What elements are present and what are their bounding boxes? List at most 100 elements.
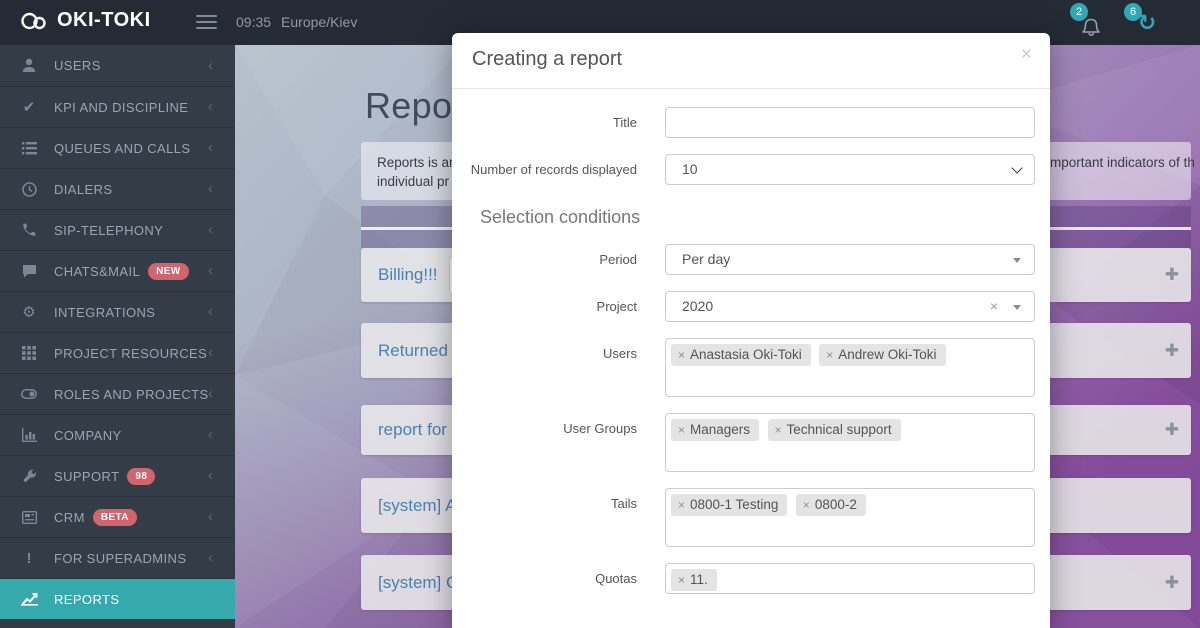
sidebar-item-users[interactable]: USERS ‹ xyxy=(0,45,235,86)
history-icon[interactable]: 6 ↻ xyxy=(1134,9,1160,37)
report-link[interactable]: [system] C xyxy=(378,573,458,593)
chevron-icon: ‹ xyxy=(208,59,213,73)
group-chip[interactable]: × Managers xyxy=(671,419,759,441)
app-window: Reports Reports is an individual pr mpor… xyxy=(0,0,1200,628)
report-link[interactable]: Returned xyxy=(378,341,448,361)
form-row-title: Title xyxy=(452,107,1035,138)
period-field-label: Period xyxy=(452,244,665,275)
sidebar-item-crm[interactable]: CRM BETA ‹ xyxy=(0,496,235,537)
sidebar-item-label: FOR SUPERADMINS xyxy=(54,551,186,566)
sidebar-item-roles-and-projects[interactable]: ROLES AND PROJECTS ‹ xyxy=(0,373,235,414)
newspaper-icon xyxy=(20,511,38,524)
form-row-period: Period Per day xyxy=(452,244,1035,275)
form-row-project: Project 2020 × xyxy=(452,291,1035,322)
chevron-icon: ‹ xyxy=(208,182,213,196)
records-select[interactable]: 10 xyxy=(665,154,1035,185)
modal-body: Title Number of records displayed 10 Sel… xyxy=(452,89,1050,594)
sidebar-item-support[interactable]: SUPPORT 98 ‹ xyxy=(0,455,235,496)
sidebar-item-dialers[interactable]: DIALERS ‹ xyxy=(0,168,235,209)
plus-icon[interactable]: ✚ xyxy=(1165,573,1179,593)
brand-name: OKI-TOKI xyxy=(57,9,151,32)
clock: 09:35 Europe/Kiev xyxy=(236,14,357,30)
report-link[interactable]: Billing!!! xyxy=(378,265,438,285)
sidebar-item-reports[interactable]: REPORTS xyxy=(0,578,235,619)
sidebar-item-queues-and-calls[interactable]: QUEUES AND CALLS ‹ xyxy=(0,127,235,168)
timezone-label: Europe/Kiev xyxy=(281,14,357,30)
project-field-label: Project xyxy=(452,291,665,322)
menu-toggle-icon[interactable] xyxy=(196,15,217,29)
sidebar-item-label: CHATS&MAIL xyxy=(54,264,140,279)
chevron-icon: ‹ xyxy=(208,428,213,442)
plus-icon[interactable]: ✚ xyxy=(1165,420,1179,440)
quotas-multiselect[interactable]: × 11. xyxy=(665,563,1035,594)
report-link[interactable]: [system] A xyxy=(378,496,456,516)
line-chart-icon xyxy=(20,592,38,606)
chip-remove-icon[interactable]: × xyxy=(678,423,685,437)
chevron-icon: ‹ xyxy=(208,551,213,565)
beta-badge: BETA xyxy=(93,509,137,526)
caret-down-icon xyxy=(1013,305,1021,310)
exclamation-icon: ! xyxy=(20,551,38,566)
period-select[interactable]: Per day xyxy=(665,244,1035,275)
sidebar-item-label: USERS xyxy=(54,58,101,73)
clock-icon xyxy=(20,182,38,197)
chip-remove-icon[interactable]: × xyxy=(678,498,685,512)
chip-label: Anastasia Oki-Toki xyxy=(690,347,802,362)
chip-label: 0800-2 xyxy=(815,497,857,512)
clear-selection-icon[interactable]: × xyxy=(990,292,998,321)
close-icon[interactable]: × xyxy=(1021,45,1032,64)
notifications-bell-icon[interactable]: 2 xyxy=(1080,9,1106,37)
user-groups-field-label: User Groups xyxy=(452,413,665,472)
sidebar-item-integrations[interactable]: ⚙ INTEGRATIONS ‹ xyxy=(0,291,235,332)
toggle-icon xyxy=(20,389,38,399)
tail-chip[interactable]: ×0800-1 Testing xyxy=(671,494,787,516)
user-chip[interactable]: × Anastasia Oki-Toki xyxy=(671,344,811,366)
gears-icon: ⚙ xyxy=(20,305,38,320)
chip-remove-icon[interactable]: × xyxy=(775,423,782,437)
check-icon: ✔ xyxy=(20,100,38,115)
sidebar-item-company[interactable]: COMPANY ‹ xyxy=(0,414,235,455)
user-groups-multiselect[interactable]: × Managers ×Technical support xyxy=(665,413,1035,472)
oki-toki-cloud-logo-icon xyxy=(20,11,48,31)
tail-chip[interactable]: × 0800-2 xyxy=(796,494,866,516)
sidebar-item-label: SUPPORT xyxy=(54,469,119,484)
user-chip[interactable]: ×Andrew Oki-Toki xyxy=(819,344,945,366)
users-multiselect[interactable]: × Anastasia Oki-Toki ×Andrew Oki-Toki xyxy=(665,338,1035,397)
chevron-icon: ‹ xyxy=(208,469,213,483)
sidebar-item-kpi-and-discipline[interactable]: ✔ KPI AND DISCIPLINE ‹ xyxy=(0,86,235,127)
sidebar-item-label: PROJECT RESOURCES xyxy=(54,346,207,361)
tails-field-label: Tails xyxy=(452,488,665,547)
plus-icon[interactable]: ✚ xyxy=(1165,265,1179,285)
chip-remove-icon[interactable]: × xyxy=(678,573,685,587)
quota-chip[interactable]: × 11. xyxy=(671,569,717,591)
report-link[interactable]: report for xyxy=(378,420,447,440)
modal-header: Creating a report × xyxy=(452,33,1050,89)
title-input[interactable] xyxy=(665,107,1035,138)
sidebar-item-sip-telephony[interactable]: SIP-TELEPHONY ‹ xyxy=(0,209,235,250)
tails-multiselect[interactable]: ×0800-1 Testing × 0800-2 xyxy=(665,488,1035,547)
chip-remove-icon[interactable]: × xyxy=(826,348,833,362)
selection-conditions-heading: Selection conditions xyxy=(480,207,1035,228)
sidebar-item-chats-mail[interactable]: CHATS&MAIL NEW ‹ xyxy=(0,250,235,291)
plus-icon[interactable]: ✚ xyxy=(1165,341,1179,361)
chevron-icon: ‹ xyxy=(208,223,213,237)
sidebar-nav: USERS ‹ ✔ KPI AND DISCIPLINE ‹ QUEUES AN… xyxy=(0,45,235,628)
support-count-badge: 98 xyxy=(127,468,155,485)
time-value: 09:35 xyxy=(236,14,271,30)
chevron-icon: ‹ xyxy=(208,305,213,319)
chip-label: 11. xyxy=(690,572,708,587)
sidebar-item-label: CRM xyxy=(54,510,85,525)
chip-label: Managers xyxy=(690,422,750,437)
phone-icon xyxy=(20,223,38,237)
chevron-icon: ‹ xyxy=(208,141,213,155)
brand[interactable]: OKI-TOKI xyxy=(20,9,151,32)
chip-remove-icon[interactable]: × xyxy=(803,498,810,512)
caret-down-icon xyxy=(1013,258,1021,263)
chip-remove-icon[interactable]: × xyxy=(678,348,685,362)
form-row-user-groups: User Groups × Managers ×Technical support xyxy=(452,413,1035,472)
sidebar-item-for-superadmins[interactable]: ! FOR SUPERADMINS ‹ xyxy=(0,537,235,578)
quotas-field-label: Quotas xyxy=(452,563,665,594)
project-select[interactable]: 2020 × xyxy=(665,291,1035,322)
sidebar-item-project-resources[interactable]: PROJECT RESOURCES ‹ xyxy=(0,332,235,373)
group-chip[interactable]: ×Technical support xyxy=(768,419,901,441)
